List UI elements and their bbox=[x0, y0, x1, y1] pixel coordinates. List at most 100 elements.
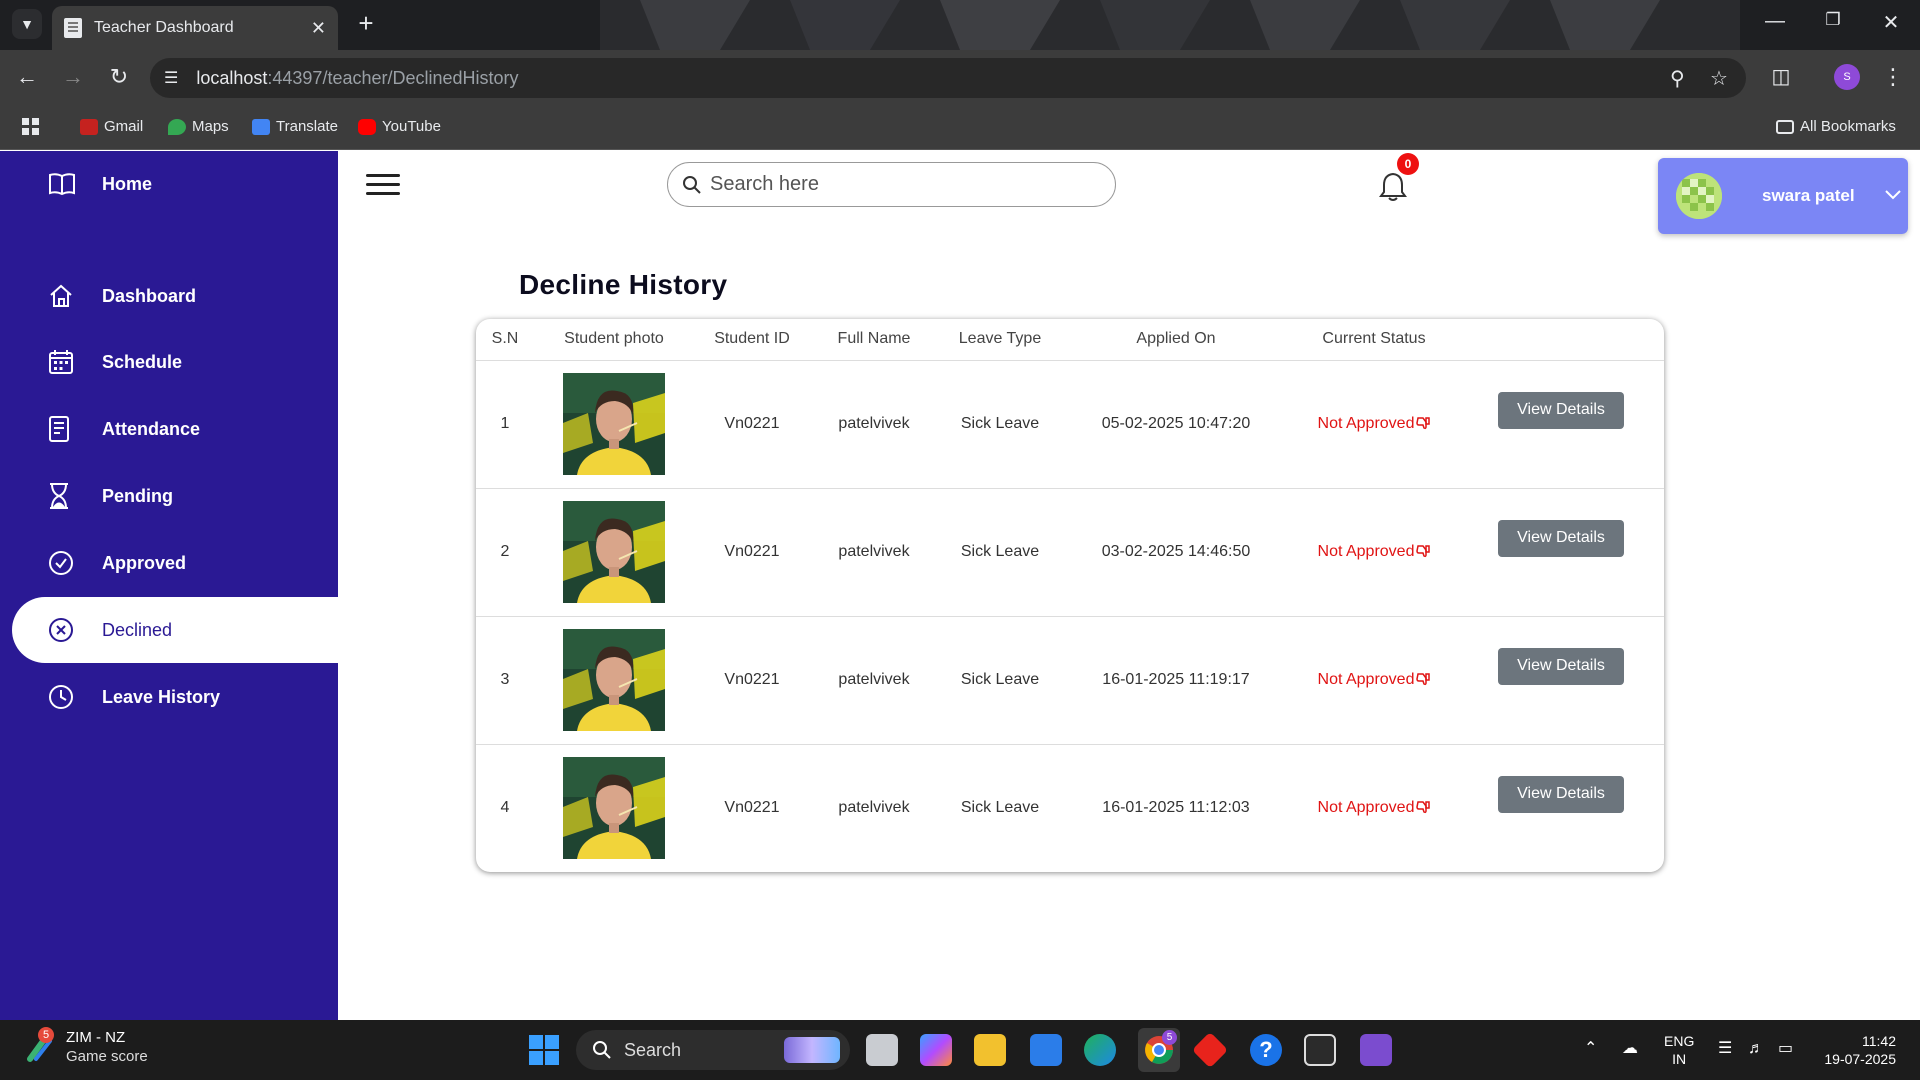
widget-subtitle: Game score bbox=[66, 1048, 148, 1065]
language-bottom: IN bbox=[1672, 1051, 1687, 1067]
reload-icon[interactable]: ↻ bbox=[104, 64, 134, 90]
close-window-icon[interactable]: ✕ bbox=[1876, 10, 1906, 35]
table-header-row: S.N Student photo Student ID Full Name L… bbox=[476, 319, 1664, 361]
clock[interactable]: 11:42 19-07-2025 bbox=[1816, 1032, 1896, 1068]
folder-icon bbox=[1776, 119, 1794, 134]
cell-applied-on: 03-02-2025 14:46:50 bbox=[1062, 488, 1290, 617]
maps-icon bbox=[168, 118, 186, 135]
sidebar-item-approved[interactable]: Approved bbox=[12, 530, 338, 596]
sidebar-item-home[interactable]: Home bbox=[12, 151, 338, 217]
cell-full-name: patelvivek bbox=[810, 360, 938, 489]
user-profile-dropdown[interactable]: swara patel bbox=[1658, 158, 1908, 234]
visual-studio-icon[interactable] bbox=[1360, 1034, 1392, 1066]
notification-bell-icon[interactable] bbox=[1378, 171, 1408, 203]
search-input[interactable] bbox=[710, 173, 1090, 196]
bookmark-maps[interactable]: Maps bbox=[168, 118, 229, 135]
microsoft-store-icon[interactable] bbox=[1030, 1034, 1062, 1066]
menu-kebab-icon[interactable]: ⋮ bbox=[1878, 64, 1908, 90]
minimize-icon[interactable]: — bbox=[1760, 10, 1790, 33]
cell-applied-on: 05-02-2025 10:47:20 bbox=[1062, 360, 1290, 489]
help-icon[interactable]: ? bbox=[1250, 1034, 1282, 1066]
sidebar-item-schedule[interactable]: Schedule bbox=[12, 329, 338, 395]
thumbs-down-icon bbox=[1414, 671, 1431, 688]
url-host: localhost bbox=[196, 67, 268, 88]
bookmark-translate[interactable]: Translate bbox=[252, 118, 338, 135]
browser-tab[interactable]: Teacher Dashboard ✕ bbox=[52, 6, 338, 50]
cell-status: Not Approved bbox=[1290, 360, 1458, 489]
bookmark-star-icon[interactable]: ☆ bbox=[1710, 66, 1728, 91]
sidebar-item-pending[interactable]: Pending bbox=[12, 463, 338, 529]
column-header: S.N bbox=[476, 319, 534, 361]
sidebar-item-attendance[interactable]: Attendance bbox=[12, 396, 338, 462]
zoom-icon[interactable]: ⚲ bbox=[1670, 66, 1685, 91]
forward-icon[interactable]: → bbox=[58, 64, 88, 90]
table-row: 2 Vn0221 patelvivek Sick Leave 03-02-2025 14… bbox=[476, 488, 1664, 617]
search-bar[interactable] bbox=[667, 162, 1116, 207]
wifi-icon[interactable]: ☰ bbox=[1718, 1040, 1732, 1058]
weather-widget[interactable]: 5 ZIM - NZ Game score bbox=[24, 1027, 148, 1066]
new-tab-button[interactable]: + bbox=[352, 10, 380, 38]
task-view-icon[interactable] bbox=[866, 1034, 898, 1066]
volume-icon[interactable]: ♬ bbox=[1748, 1040, 1764, 1058]
bookmark-label: Maps bbox=[192, 118, 229, 135]
address-bar[interactable]: ☰ localhost:44397/teacher/DeclinedHistor… bbox=[150, 58, 1746, 98]
cell-leave-type: Sick Leave bbox=[960, 799, 1040, 817]
sidebar-item-dashboard[interactable]: Dashboard bbox=[12, 263, 338, 329]
x-circle-icon bbox=[48, 617, 88, 643]
book-icon bbox=[48, 172, 88, 196]
status-label: Not Approved bbox=[1317, 543, 1415, 560]
calendar-icon bbox=[48, 349, 88, 375]
apps-grid-icon[interactable] bbox=[22, 118, 40, 136]
input-language[interactable]: ENG IN bbox=[1664, 1032, 1694, 1068]
extensions-icon[interactable]: ◫ bbox=[1766, 64, 1796, 89]
url-path: :44397/teacher/DeclinedHistory bbox=[267, 67, 519, 88]
user-avatar bbox=[1676, 173, 1722, 219]
bookmark-gmail[interactable]: Gmail bbox=[80, 118, 143, 135]
cell-applied-on: 16-01-2025 11:12:03 bbox=[1102, 799, 1250, 817]
site-info-icon[interactable]: ☰ bbox=[164, 68, 178, 88]
cell-sn: 1 bbox=[476, 360, 534, 489]
restore-icon[interactable]: ❐ bbox=[1818, 10, 1848, 30]
house-icon bbox=[48, 283, 88, 309]
sidebar-item-label: Dashboard bbox=[102, 285, 197, 306]
copilot-icon[interactable] bbox=[920, 1034, 952, 1066]
view-details-button[interactable]: View Details bbox=[1498, 775, 1624, 813]
onedrive-icon[interactable]: ☁ bbox=[1622, 1040, 1638, 1058]
view-details-button[interactable]: View Details bbox=[1498, 519, 1624, 557]
page-title: Decline History bbox=[519, 269, 728, 300]
chrome-taskbar-button[interactable]: 5 bbox=[1138, 1028, 1180, 1072]
cell-action: View Details bbox=[1458, 360, 1664, 489]
sidebar-item-label: Approved bbox=[102, 552, 187, 573]
thumbs-down-icon bbox=[1414, 415, 1431, 432]
edge-icon[interactable] bbox=[1084, 1034, 1116, 1066]
view-details-button[interactable]: View Details bbox=[1498, 391, 1624, 429]
terminal-icon[interactable] bbox=[1304, 1034, 1336, 1066]
close-tab-icon[interactable]: ✕ bbox=[311, 18, 326, 39]
file-explorer-icon[interactable] bbox=[974, 1034, 1006, 1066]
taskbar-search[interactable]: Search bbox=[576, 1030, 850, 1070]
cell-student-id: Vn0221 bbox=[694, 616, 810, 745]
bookmark-youtube[interactable]: YouTube bbox=[358, 118, 441, 135]
sidebar-item-declined[interactable]: Declined bbox=[12, 597, 338, 663]
cell-status: Not Approved bbox=[1290, 744, 1458, 872]
all-bookmarks-button[interactable]: All Bookmarks bbox=[1776, 118, 1896, 135]
windows-start-icon[interactable] bbox=[528, 1034, 560, 1066]
back-icon[interactable]: ← bbox=[12, 64, 42, 90]
sidebar-item-label: Leave History bbox=[102, 686, 221, 707]
battery-icon[interactable]: ▭ bbox=[1778, 1040, 1793, 1058]
tab-search-button[interactable]: ▼ bbox=[12, 9, 42, 39]
windows-taskbar: 5 ZIM - NZ Game score Search 5 ? ⌃ ☁ ENG… bbox=[0, 1020, 1920, 1080]
anydesk-icon[interactable] bbox=[1191, 1031, 1229, 1069]
hamburger-menu-icon[interactable] bbox=[366, 174, 400, 196]
view-details-button[interactable]: View Details bbox=[1498, 647, 1624, 685]
clock-time: 11:42 bbox=[1862, 1033, 1896, 1049]
language-top: ENG bbox=[1664, 1033, 1695, 1049]
translate-icon bbox=[252, 118, 270, 135]
show-hidden-icons-chevron-icon[interactable]: ⌃ bbox=[1584, 1040, 1597, 1058]
table-row: 1 Vn0221 patelvivek Sick Leave 05-02-2025 10… bbox=[476, 360, 1664, 489]
cell-student-id: Vn0221 bbox=[724, 799, 780, 817]
sidebar-item-leave-history[interactable]: Leave History bbox=[12, 664, 338, 730]
window-background-pattern bbox=[600, 0, 1740, 50]
profile-avatar[interactable]: S bbox=[1834, 64, 1860, 90]
column-header: Applied On bbox=[1062, 319, 1290, 361]
